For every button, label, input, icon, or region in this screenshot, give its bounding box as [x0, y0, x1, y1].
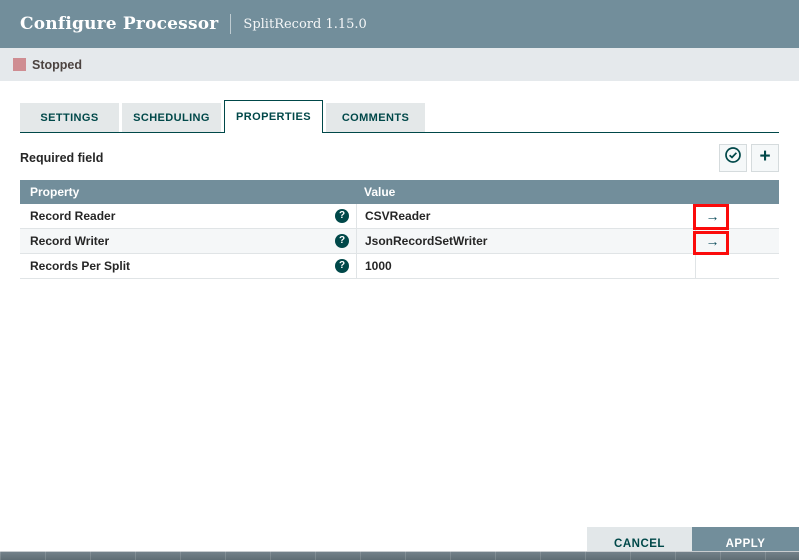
property-value: 1000 — [365, 259, 392, 273]
tab-properties[interactable]: PROPERTIES — [224, 100, 323, 133]
property-cell: Records Per Split ? — [20, 254, 356, 278]
property-name: Record Writer — [30, 234, 109, 248]
properties-table: Property Value Record Reader ? CSVReader… — [20, 180, 779, 279]
tab-comments[interactable]: COMMENTS — [326, 103, 425, 132]
help-icon[interactable]: ? — [335, 234, 349, 248]
tab-scheduling[interactable]: SCHEDULING — [122, 103, 221, 132]
processor-name-version: SplitRecord 1.15.0 — [243, 17, 366, 32]
verify-properties-button[interactable] — [719, 144, 747, 172]
title-divider — [230, 14, 231, 34]
go-to-service-arrow-icon[interactable]: → — [696, 233, 729, 249]
value-cell[interactable]: 1000 — [356, 254, 695, 278]
toolbar-buttons: + — [719, 144, 779, 172]
stopped-status-icon — [13, 58, 26, 71]
table-row-records-per-split[interactable]: Records Per Split ? 1000 — [20, 254, 779, 279]
status-bar: Stopped — [0, 48, 799, 81]
arrow-cell — [695, 254, 779, 278]
canvas-background-strip — [0, 551, 799, 560]
required-field-label: Required field — [20, 151, 103, 165]
check-circle-icon — [724, 146, 742, 169]
help-icon[interactable]: ? — [335, 259, 349, 273]
property-cell: Record Writer ? — [20, 229, 356, 253]
tab-bar: SETTINGS SCHEDULING PROPERTIES COMMENTS — [20, 99, 779, 133]
property-name: Records Per Split — [30, 259, 130, 273]
property-value: CSVReader — [365, 209, 430, 223]
dialog-header: Configure Processor SplitRecord 1.15.0 — [0, 0, 799, 48]
table-row-record-writer[interactable]: Record Writer ? JsonRecordSetWriter → — [20, 229, 779, 254]
column-header-value: Value — [356, 185, 695, 199]
property-value: JsonRecordSetWriter — [365, 234, 487, 248]
add-property-button[interactable]: + — [751, 144, 779, 172]
value-cell[interactable]: JsonRecordSetWriter — [356, 229, 695, 253]
column-header-property: Property — [20, 185, 356, 199]
dialog-title: Configure Processor — [20, 14, 218, 34]
help-icon[interactable]: ? — [335, 209, 349, 223]
plus-icon: + — [759, 147, 770, 166]
configure-processor-dialog: Configure Processor SplitRecord 1.15.0 S… — [0, 0, 799, 560]
properties-toolbar: Required field + — [20, 143, 779, 172]
go-to-service-arrow-icon[interactable]: → — [696, 208, 729, 224]
property-cell: Record Reader ? — [20, 204, 356, 228]
arrow-cell: → — [695, 229, 779, 253]
property-name: Record Reader — [30, 209, 115, 223]
value-cell[interactable]: CSVReader — [356, 204, 695, 228]
status-label: Stopped — [32, 58, 82, 72]
table-header-row: Property Value — [20, 180, 779, 204]
arrow-cell: → — [695, 204, 779, 228]
tab-settings[interactable]: SETTINGS — [20, 103, 119, 132]
table-row-record-reader[interactable]: Record Reader ? CSVReader → — [20, 204, 779, 229]
